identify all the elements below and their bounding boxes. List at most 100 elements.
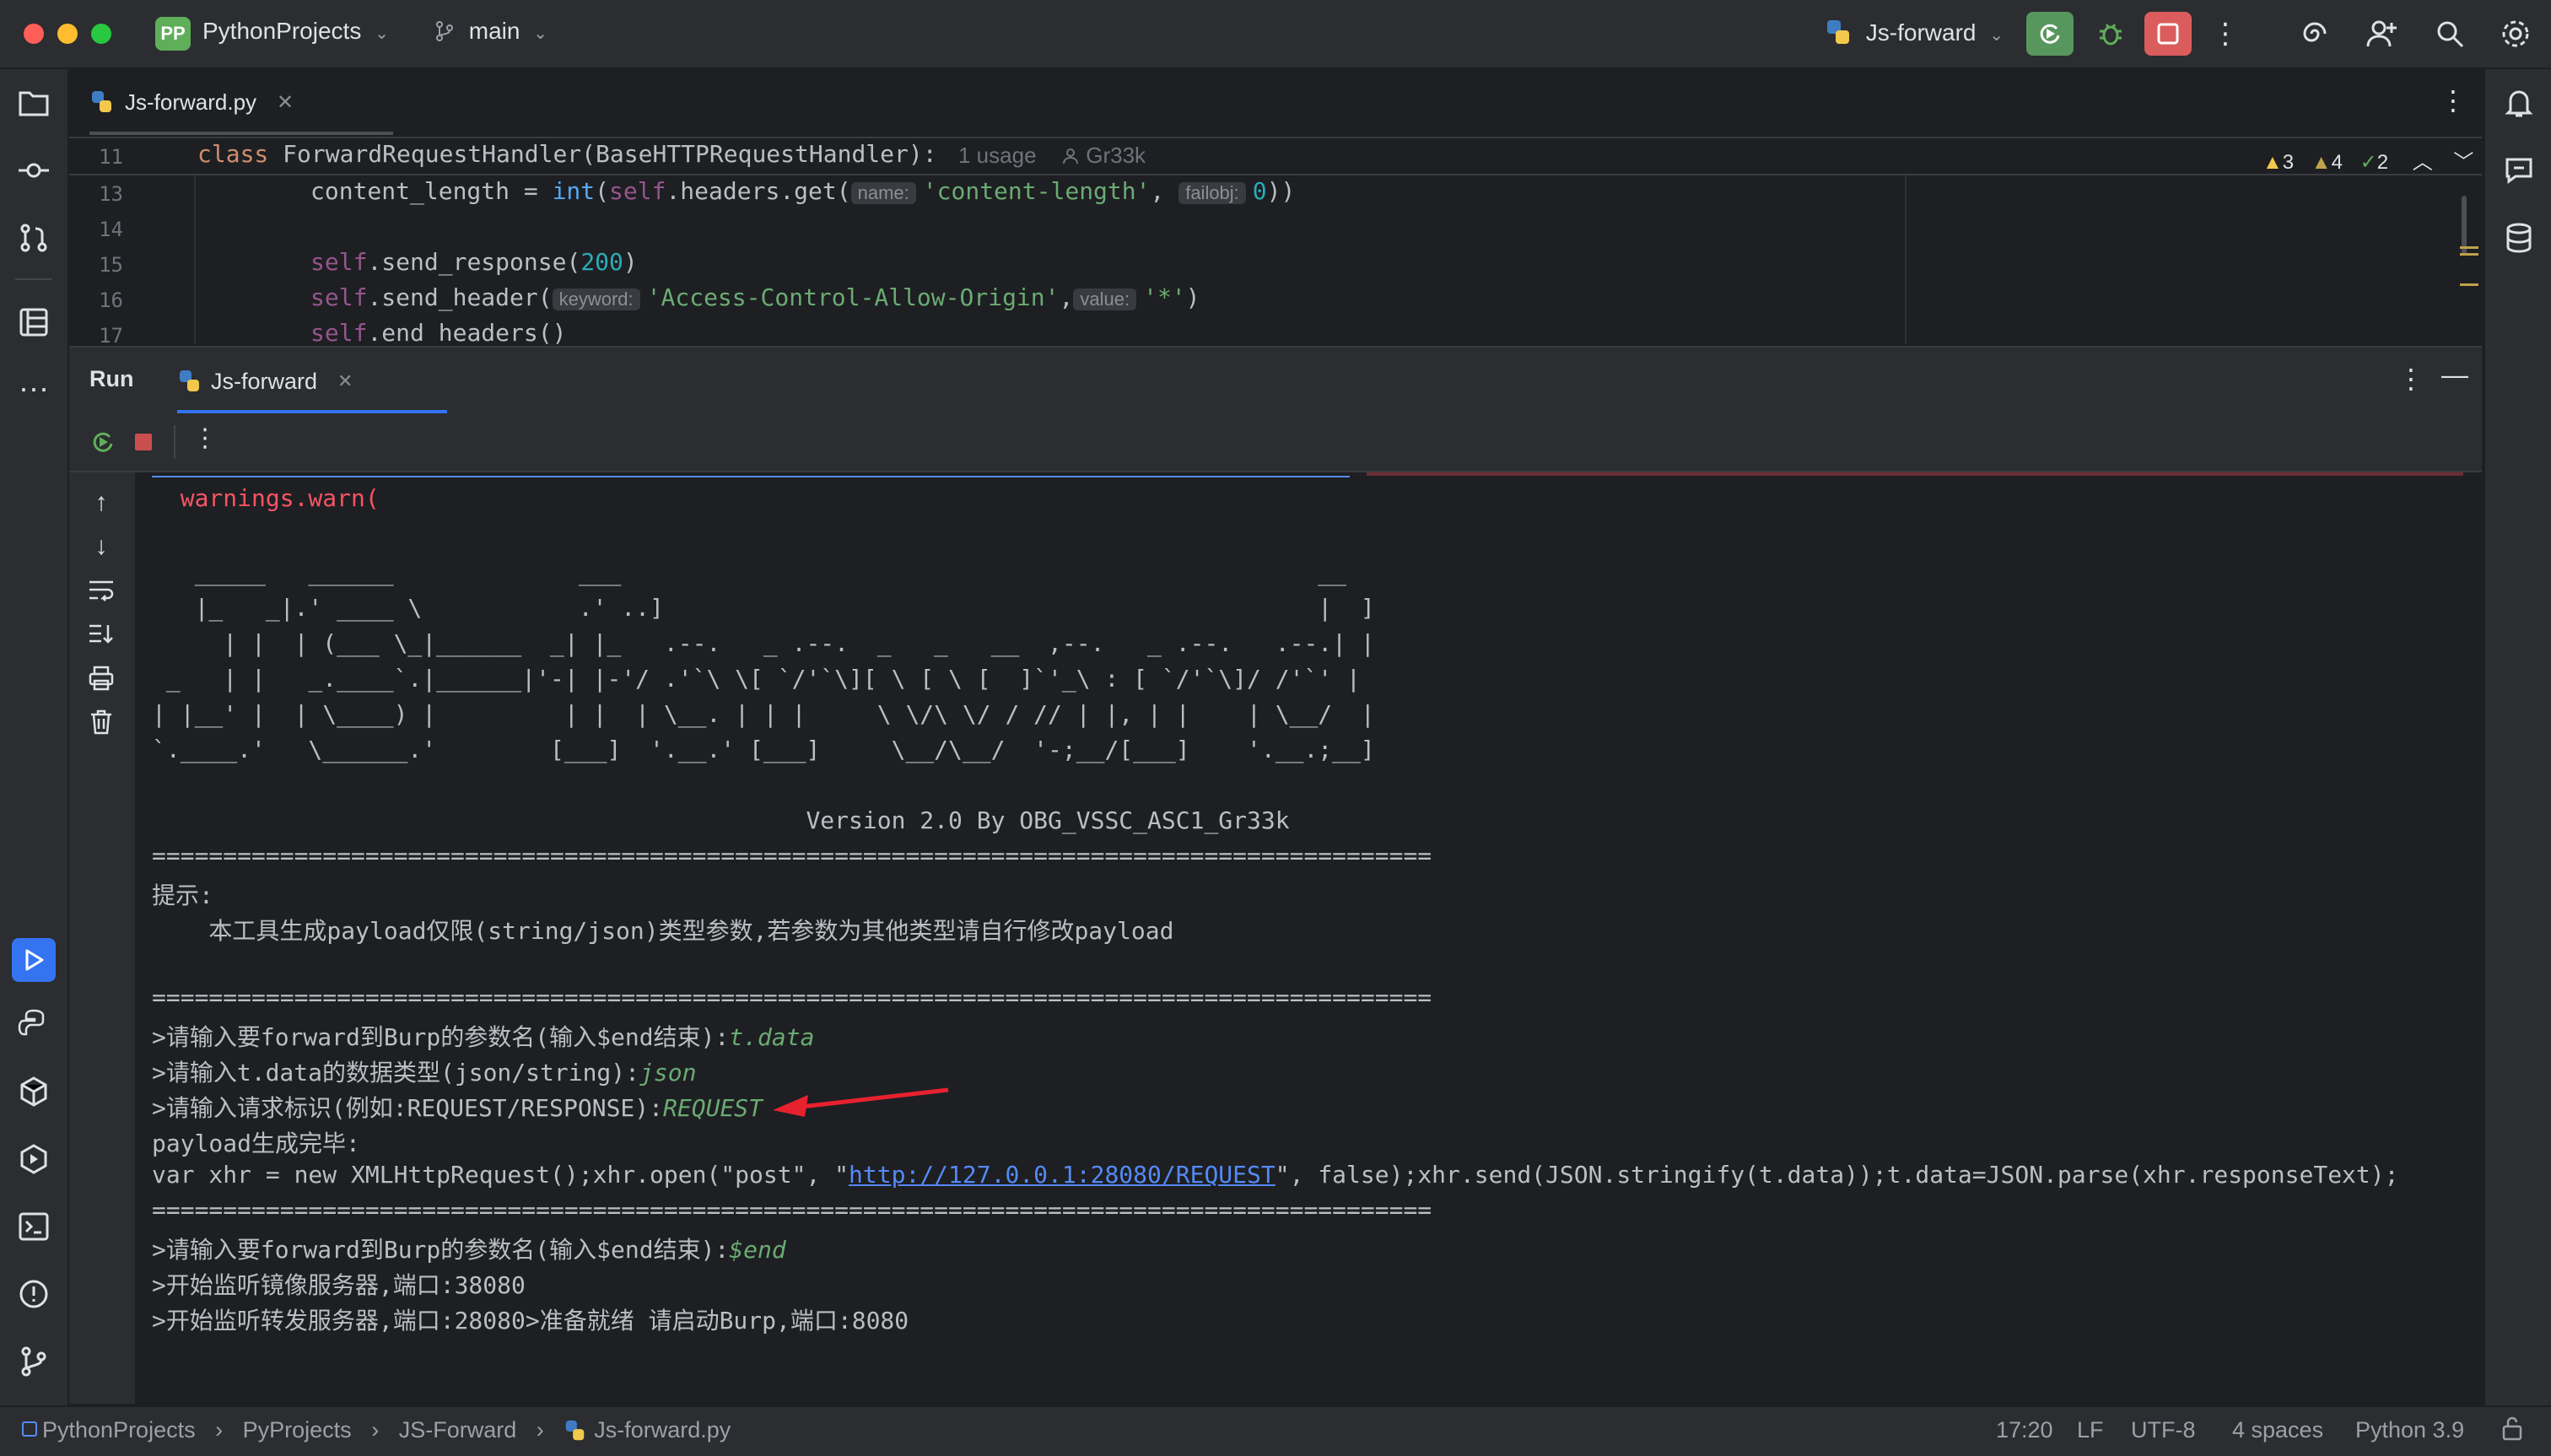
more-actions-icon[interactable]: ⋮ — [192, 423, 218, 453]
breadcrumb-item[interactable]: Js-forward.py — [594, 1417, 731, 1443]
warning-marker[interactable] — [2460, 253, 2478, 256]
stop-button[interactable] — [125, 423, 162, 461]
ascii-art-line: | | | (___ \_|______ _| |_ .--. _ .--. _… — [152, 629, 1375, 657]
structure-tool-button[interactable] — [15, 304, 52, 341]
lock-icon[interactable] — [2500, 1416, 2524, 1447]
python-interpreter[interactable]: Python 3.9 — [2355, 1417, 2464, 1443]
line-number: 17 — [99, 324, 123, 344]
pull-requests-tool-button[interactable] — [15, 219, 52, 256]
terminal-icon — [19, 1212, 49, 1241]
spiral-icon — [2303, 22, 2327, 42]
stop-button[interactable] — [2144, 12, 2192, 56]
hide-panel-icon[interactable]: — — [2441, 359, 2468, 391]
close-tab-icon[interactable]: ✕ — [337, 370, 353, 392]
soft-wrap-icon — [89, 580, 114, 601]
breadcrumb-item[interactable]: PyProjects — [243, 1417, 352, 1443]
stop-icon — [135, 434, 152, 450]
inspections-widget[interactable]: ▲3 ▲4 ✓2 ︿ ﹀ — [2262, 145, 2473, 175]
run-tool-button[interactable] — [12, 938, 56, 982]
usage-count[interactable]: 1 usage — [958, 143, 1037, 169]
prompt-text: >请输入要forward到Burp的参数名(输入$end结束): — [152, 1023, 730, 1051]
rerun-button[interactable] — [84, 423, 121, 461]
search-button[interactable] — [2433, 17, 2467, 51]
ascii-art-line: | |__' | | \____) | | | | \__. | | | \ \… — [152, 700, 1375, 728]
tab-options-icon[interactable]: ⋮ — [2440, 84, 2467, 116]
breadcrumb-item[interactable]: JS-Forward — [399, 1417, 517, 1443]
services-tool-button[interactable] — [15, 1141, 52, 1178]
run-options-icon[interactable]: ⋮ — [2397, 363, 2424, 395]
notifications-tool-button[interactable] — [2500, 84, 2538, 121]
database-tool-button[interactable] — [2500, 219, 2538, 256]
param-hint: name: — [850, 182, 916, 204]
run-icon — [25, 949, 44, 971]
breadcrumb-item[interactable]: PythonProjects — [42, 1417, 196, 1443]
prompt-text: >请输入请求标识(例如:REQUEST/RESPONSE): — [152, 1094, 664, 1122]
tab-js-forward-run[interactable]: Js-forward ✕ — [177, 363, 353, 400]
python-console-tool-button[interactable] — [15, 1006, 52, 1043]
python-packages-tool-button[interactable] — [15, 1073, 52, 1110]
run-config-dropdown[interactable]: Js-forward ⌄ — [1824, 18, 2004, 46]
right-margin-guide — [1905, 175, 1907, 344]
project-name-dropdown[interactable]: PythonProjects ⌄ — [202, 18, 389, 45]
trash-icon — [91, 709, 111, 735]
caret-position[interactable]: 17:20 — [1996, 1417, 2053, 1443]
indent-setting[interactable]: 4 spaces — [2232, 1417, 2323, 1443]
red-arrow-annotation — [773, 1087, 949, 1117]
more-actions-icon[interactable]: ⋮ — [2209, 17, 2242, 51]
python-icon — [180, 370, 199, 391]
file-encoding[interactable]: UTF-8 — [2131, 1417, 2196, 1443]
line-number: 14 — [99, 218, 123, 241]
minimize-window-button[interactable] — [57, 24, 78, 44]
terminal-tool-button[interactable] — [15, 1208, 52, 1245]
prompt-line: >请输入要forward到Burp的参数名(输入$end结束):t.data — [152, 1019, 814, 1053]
code-editor[interactable]: 11 class ForwardRequestHandler(BaseHTTPR… — [69, 138, 2482, 344]
warning-icon: ▲ — [2262, 151, 2283, 174]
project-tool-button[interactable] — [15, 84, 52, 121]
debug-button[interactable] — [2094, 17, 2128, 51]
arrow-up-icon[interactable]: ↑ — [83, 484, 120, 521]
soft-wrap-button[interactable] — [83, 572, 120, 609]
warning-marker[interactable] — [2460, 283, 2478, 286]
payload-text: ", false);xhr.send(JSON.stringify(t.data… — [1275, 1161, 2399, 1189]
payload-line: var xhr = new XMLHttpRequest();xhr.open(… — [152, 1161, 2399, 1189]
console-line: warnings.warn( — [152, 484, 380, 512]
branch-dropdown[interactable]: main ⌄ — [434, 18, 547, 45]
project-badge[interactable]: PP — [155, 17, 191, 51]
payload-url-link[interactable]: http://127.0.0.1:28080/REQUEST — [849, 1161, 1276, 1189]
prompt-text: >请输入t.data的数据类型(json/string): — [152, 1059, 640, 1087]
git-tool-button[interactable] — [15, 1343, 52, 1380]
pull-request-icon — [20, 224, 47, 252]
chevron-right-icon: › — [371, 1417, 380, 1443]
add-user-button[interactable] — [2365, 17, 2399, 51]
line-number: 16 — [99, 289, 123, 312]
user-input: t.data — [729, 1023, 815, 1051]
line-separator[interactable]: LF — [2077, 1417, 2104, 1443]
warning-count: 3 — [2282, 151, 2295, 174]
clear-console-button[interactable] — [83, 704, 120, 741]
print-button[interactable] — [83, 660, 120, 697]
close-window-button[interactable] — [24, 24, 44, 44]
problems-tool-button[interactable] — [15, 1275, 52, 1313]
author-name: Gr33k — [1086, 143, 1146, 168]
divider — [174, 425, 175, 459]
close-tab-icon[interactable]: ✕ — [277, 90, 294, 115]
scroll-to-end-button[interactable] — [83, 616, 120, 653]
more-tools-icon[interactable]: ··· — [15, 369, 52, 407]
author-hint[interactable]: Gr33k — [1061, 143, 1146, 169]
ai-chat-tool-button[interactable] — [2500, 152, 2538, 189]
console-output[interactable]: warnings.warn( _____ ______ ___ __ |_ _|… — [135, 472, 2482, 1404]
commit-tool-button[interactable] — [15, 152, 52, 189]
warning-marker[interactable] — [2460, 246, 2478, 249]
rerun-button[interactable] — [2026, 12, 2074, 56]
chevron-up-icon[interactable]: ︿ — [2413, 151, 2433, 174]
ai-assistant-button[interactable] — [2298, 17, 2332, 51]
settings-button[interactable] — [2499, 17, 2532, 51]
zoom-window-button[interactable] — [91, 24, 111, 44]
chevron-down-icon[interactable]: ﹀ — [2453, 151, 2473, 174]
arrow-down-icon[interactable]: ↓ — [83, 528, 120, 565]
chevron-down-icon: ⌄ — [375, 24, 389, 43]
tab-js-forward-py[interactable]: Js-forward.py ✕ — [89, 69, 294, 135]
chat-icon — [2505, 158, 2532, 184]
left-tool-strip: ··· — [0, 69, 69, 1405]
line-number: 15 — [99, 253, 123, 277]
